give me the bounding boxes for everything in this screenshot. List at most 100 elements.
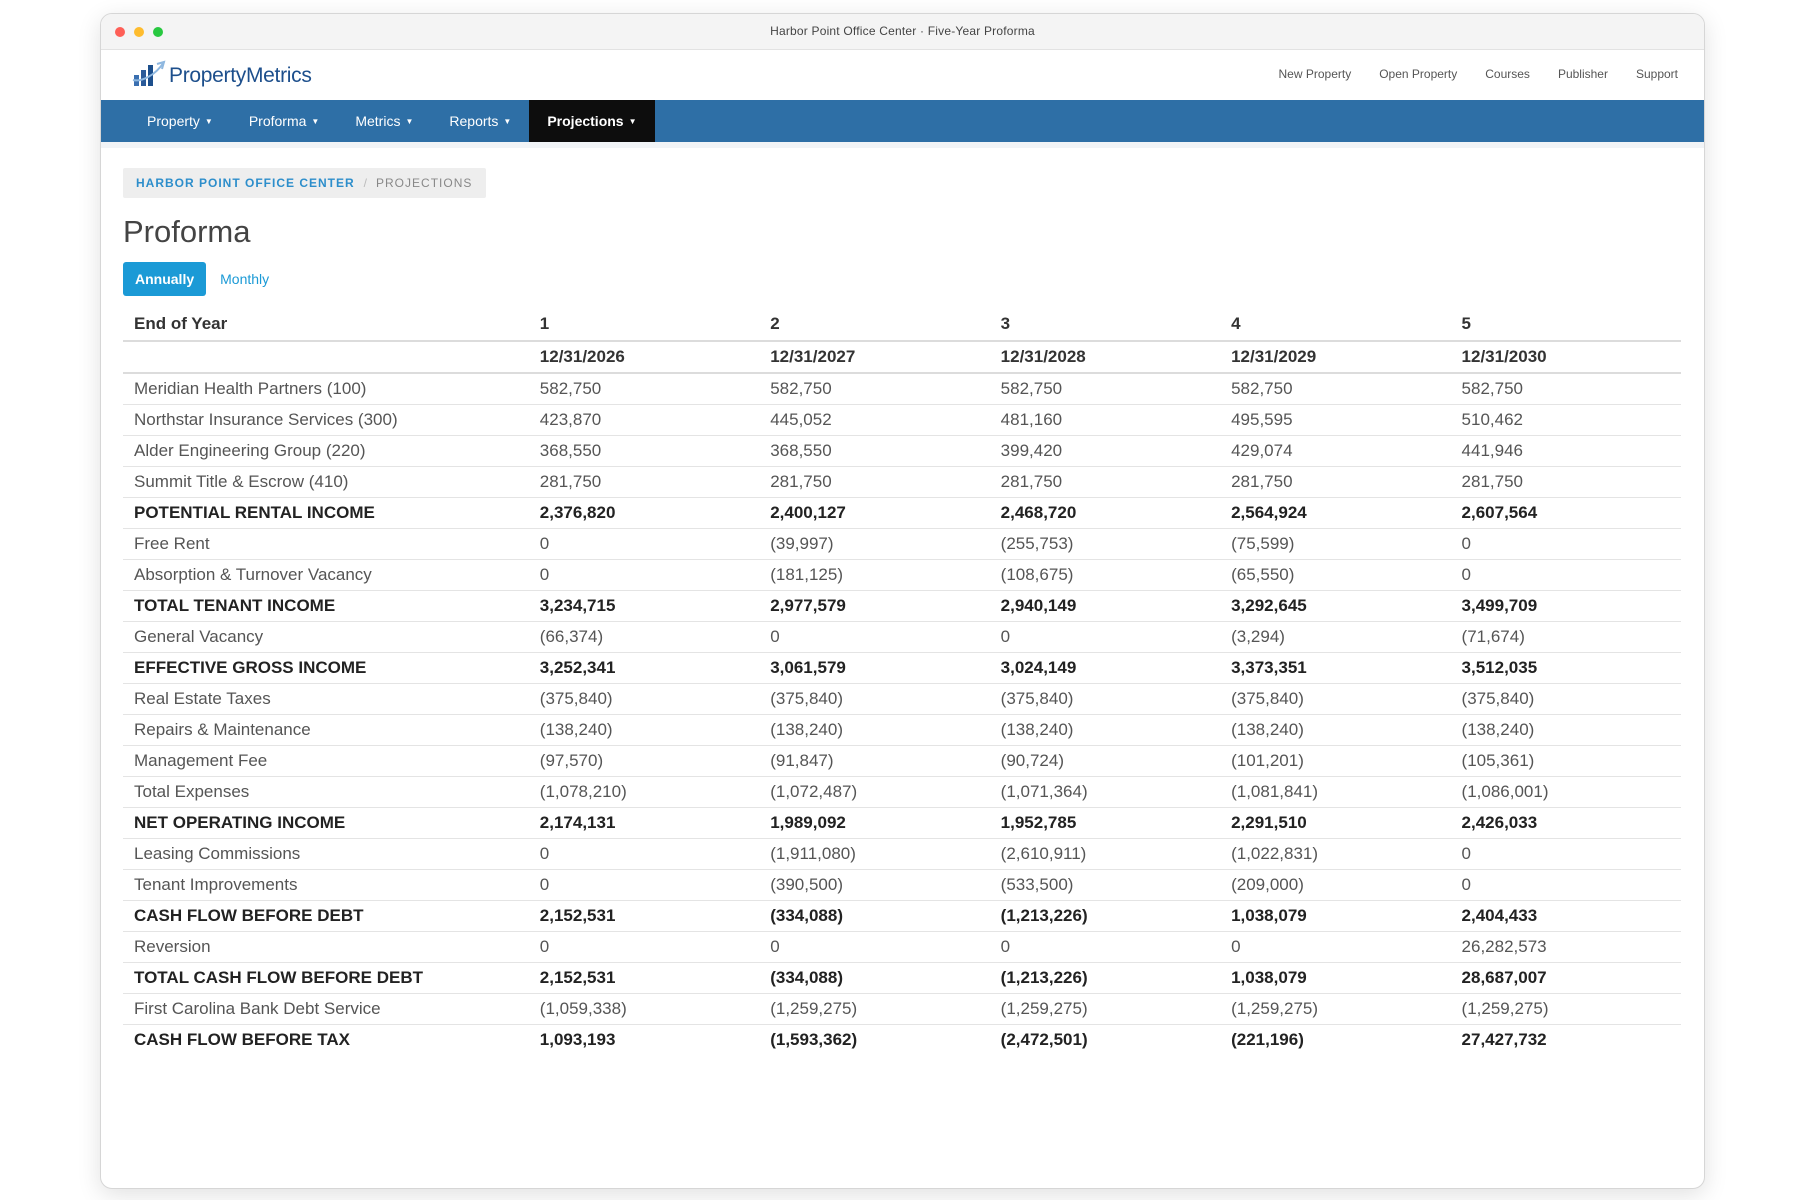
breadcrumb-property-link[interactable]: HARBOR POINT OFFICE CENTER	[136, 176, 355, 190]
cell-year-1: 1,093,193	[539, 1029, 616, 1049]
cell-year-5: 582,750	[1450, 373, 1681, 405]
caret-down-icon: ▼	[503, 116, 512, 126]
date-header-row: 12/31/2026 12/31/2027 12/31/2028 12/31/2…	[123, 341, 1681, 374]
cell-year-1: 0	[528, 931, 760, 963]
cell-year-5: 3,499,709	[1450, 590, 1681, 622]
cell-year-5: (105,361)	[1450, 745, 1681, 777]
nav-proforma[interactable]: Proforma ▼	[231, 100, 338, 142]
row-label: CASH FLOW BEFORE DEBT	[123, 900, 529, 932]
window-title: Harbor Point Office Center · Five-Year P…	[770, 24, 1035, 38]
cell-year-3: (1,213,226)	[989, 962, 1221, 994]
brand-name-part2: Metrics	[245, 64, 312, 87]
nav-metrics[interactable]: Metrics ▼	[337, 100, 431, 142]
table-row: Absorption & Turnover Vacancy 0 (181,125)(…	[123, 559, 1681, 591]
cell-year-5: (375,840)	[1450, 683, 1681, 715]
table-row: Total Expenses (1,078,210) (1,072,487) (1,0…	[123, 776, 1681, 808]
header-year-2: 2	[759, 308, 990, 342]
cell-year-1: 2,152,531	[528, 962, 760, 994]
table-row: CASH FLOW BEFORE TAX 1,093,193 (1,593,362)…	[123, 1024, 1681, 1055]
table-row: TOTAL TENANT INCOME 3,234,715 2,977,579 2,9…	[123, 590, 1681, 622]
cell-year-5: 281,750	[1450, 466, 1681, 498]
row-label: Real Estate Taxes	[123, 683, 529, 715]
top-link-publisher[interactable]: Publisher	[1558, 67, 1608, 81]
cell-year-1: 368,550	[528, 435, 760, 467]
top-link-support[interactable]: Support	[1636, 67, 1678, 81]
caret-down-icon: ▼	[628, 116, 637, 126]
table-row: Tenant Improvements 0 (390,500) (533,500) (2…	[123, 869, 1681, 901]
cell-year-1: 281,750	[528, 466, 760, 498]
cell-year-2: (1,911,080)	[759, 838, 990, 870]
table-row: Leasing Commissions 0 (1,911,080) (2,610,91…	[123, 838, 1681, 870]
cell-year-4: 2,291,510	[1220, 807, 1451, 839]
header-date-5: 12/31/2030	[1450, 341, 1681, 374]
cell-year-2: (334,088)	[759, 962, 990, 994]
table-row: First Carolina Bank Debt Service (1,059,3…	[123, 993, 1681, 1025]
cell-year-4: 0	[1220, 931, 1451, 963]
row-label: General Vacancy	[123, 621, 529, 653]
cell-year-3: (1,071,364)	[989, 776, 1221, 808]
proforma-table-body: Meridian Health Partners (100) 582,750 582…	[123, 373, 1681, 1055]
row-label: Reversion	[123, 931, 529, 963]
row-label: Northstar Insurance Services (300)	[123, 404, 529, 436]
cell-year-4: (209,000)	[1220, 869, 1451, 901]
table-row: Meridian Health Partners (100) 582,750 582…	[123, 373, 1681, 405]
cell-year-3: (1,213,226)	[989, 900, 1221, 932]
cell-year-2: 582,750	[759, 373, 990, 405]
cell-year-1: (138,240)	[528, 714, 760, 746]
cell-year-3: (375,840)	[989, 683, 1221, 715]
cell-year-5: (71,674)	[1450, 621, 1681, 653]
nav-property-label: Property	[147, 113, 200, 129]
cell-year-2: (334,088)	[759, 900, 990, 932]
cell-year-3: (90,724)	[989, 745, 1221, 777]
cell-year-1: (66,374)	[528, 621, 760, 653]
browser-window: Harbor Point Office Center · Five-Year P…	[100, 13, 1705, 1189]
table-row: POTENTIAL RENTAL INCOME 2,376,820 2,400,12…	[123, 497, 1681, 529]
page-title: Proforma	[123, 214, 251, 249]
cell-year-5: (138,240)	[1450, 714, 1681, 746]
nav-projections[interactable]: Projections ▼	[529, 100, 655, 142]
cell-year-2: (1,072,487)	[759, 776, 990, 808]
cell-year-5: 3,512,035	[1450, 652, 1681, 684]
cell-year-2: 281,750	[759, 466, 990, 498]
cell-year-5: 26,282,573	[1450, 931, 1681, 963]
cell-year-4: 3,292,645	[1220, 590, 1451, 622]
table-row: Alder Engineering Group (220) 368,550 368,…	[123, 435, 1681, 467]
table-row: Summit Title & Escrow (410) 281,750 281,75…	[123, 466, 1681, 498]
row-label: Meridian Health Partners (100)	[123, 373, 529, 405]
row-label: CASH FLOW BEFORE TAX	[134, 1029, 350, 1049]
table-row: Northstar Insurance Services (300) 423,87…	[123, 404, 1681, 436]
cell-year-5: 2,426,033	[1450, 807, 1681, 839]
brand-name-part1: Property	[169, 64, 246, 87]
row-label: Free Rent	[123, 528, 529, 560]
cell-year-4: (65,550)	[1220, 559, 1451, 591]
cell-year-2: (91,847)	[759, 745, 990, 777]
year-header-row: End of Year 1 2 3 4 5	[123, 308, 1681, 342]
cell-year-5: 441,946	[1450, 435, 1681, 467]
cell-year-5: 27,427,732	[1461, 1029, 1547, 1049]
caret-down-icon: ▼	[204, 116, 213, 126]
row-label: Leasing Commissions	[123, 838, 529, 870]
header-blank	[123, 341, 529, 374]
cell-year-2: (375,840)	[759, 683, 990, 715]
row-label: TOTAL TENANT INCOME	[123, 590, 529, 622]
proforma-table: End of Year 1 2 3 4 5 12/31/2026 12/31/2…	[123, 308, 1681, 1055]
top-link-new-property[interactable]: New Property	[1279, 67, 1352, 81]
brand-logo[interactable]: PropertyMetrics	[131, 60, 312, 88]
cell-year-2: 3,061,579	[759, 652, 990, 684]
table-row: TOTAL CASH FLOW BEFORE DEBT 2,152,531 (334…	[123, 962, 1681, 994]
cell-year-4: 429,074	[1220, 435, 1451, 467]
row-label: Absorption & Turnover Vacancy	[123, 559, 529, 591]
header-date-4: 12/31/2029	[1220, 341, 1451, 374]
nav-proforma-label: Proforma	[248, 113, 307, 129]
annually-button[interactable]: Annually	[123, 262, 207, 296]
cell-year-4: (75,599)	[1220, 528, 1451, 560]
cell-year-3: 0	[989, 621, 1221, 653]
cell-year-4: 2,564,924	[1220, 497, 1451, 529]
top-link-courses[interactable]: Courses	[1485, 67, 1530, 81]
top-link-open-property[interactable]: Open Property	[1379, 67, 1457, 81]
cell-year-3: 2,940,149	[989, 590, 1221, 622]
row-label: Alder Engineering Group (220)	[123, 435, 529, 467]
nav-property[interactable]: Property ▼	[129, 100, 231, 142]
monthly-button[interactable]: Monthly	[206, 262, 283, 296]
nav-reports[interactable]: Reports ▼	[431, 100, 529, 142]
